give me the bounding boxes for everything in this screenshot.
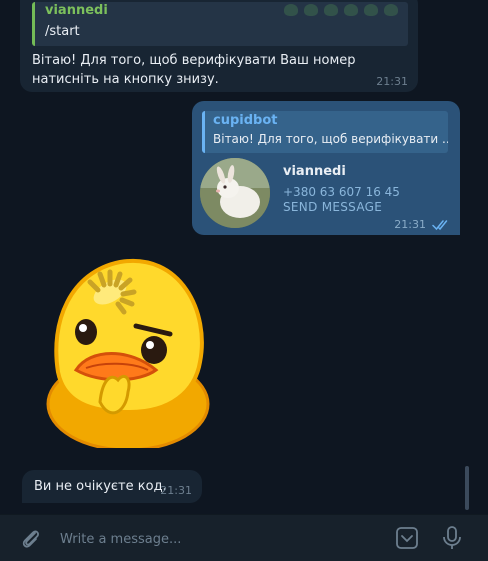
outgoing-contact-bubble[interactable]: cupidbot Вітаю! Для того, щоб верифікува…: [192, 101, 460, 235]
duck-sticker[interactable]: [40, 252, 216, 448]
contact-avatar[interactable]: [200, 158, 270, 228]
microphone-icon[interactable]: [440, 525, 464, 551]
emoji-panel-icon[interactable]: [395, 526, 419, 550]
message-time: 21:31: [394, 218, 426, 231]
incoming-message-bubble[interactable]: Ви не очікуєте код. 21:31: [22, 470, 202, 503]
reply-text: Вітаю! Для того, щоб верифікувати ...: [213, 132, 448, 146]
message-text: Ви не очікуєте код.: [34, 479, 167, 494]
chat-scrollbar[interactable]: [465, 466, 469, 510]
reply-quote[interactable]: cupidbot Вітаю! Для того, щоб верифікува…: [202, 111, 448, 153]
message-input[interactable]: [60, 529, 380, 549]
send-message-button[interactable]: SEND MESSAGE: [283, 200, 382, 214]
contact-name: viannedi: [283, 164, 346, 179]
reply-text: /start: [45, 24, 80, 39]
reply-quote[interactable]: viannedi /start: [32, 2, 408, 46]
message-composer: [0, 514, 488, 561]
chat-history: viannedi /start Вітаю! Для того, щоб вер…: [0, 0, 488, 514]
message-time: 21:31: [160, 484, 192, 497]
double-check-icon: [432, 220, 448, 231]
contact-phone: +380 63 607 16 45: [283, 185, 400, 199]
reply-background-pattern: [284, 4, 404, 44]
message-text: Вітаю! Для того, щоб верифікувати Ваш но…: [32, 53, 356, 87]
reply-author: cupidbot: [213, 113, 278, 128]
incoming-message-bubble[interactable]: viannedi /start Вітаю! Для того, щоб вер…: [20, 0, 418, 92]
message-time: 21:31: [376, 75, 408, 88]
reply-author: viannedi: [45, 3, 108, 18]
paperclip-icon[interactable]: [18, 526, 44, 552]
